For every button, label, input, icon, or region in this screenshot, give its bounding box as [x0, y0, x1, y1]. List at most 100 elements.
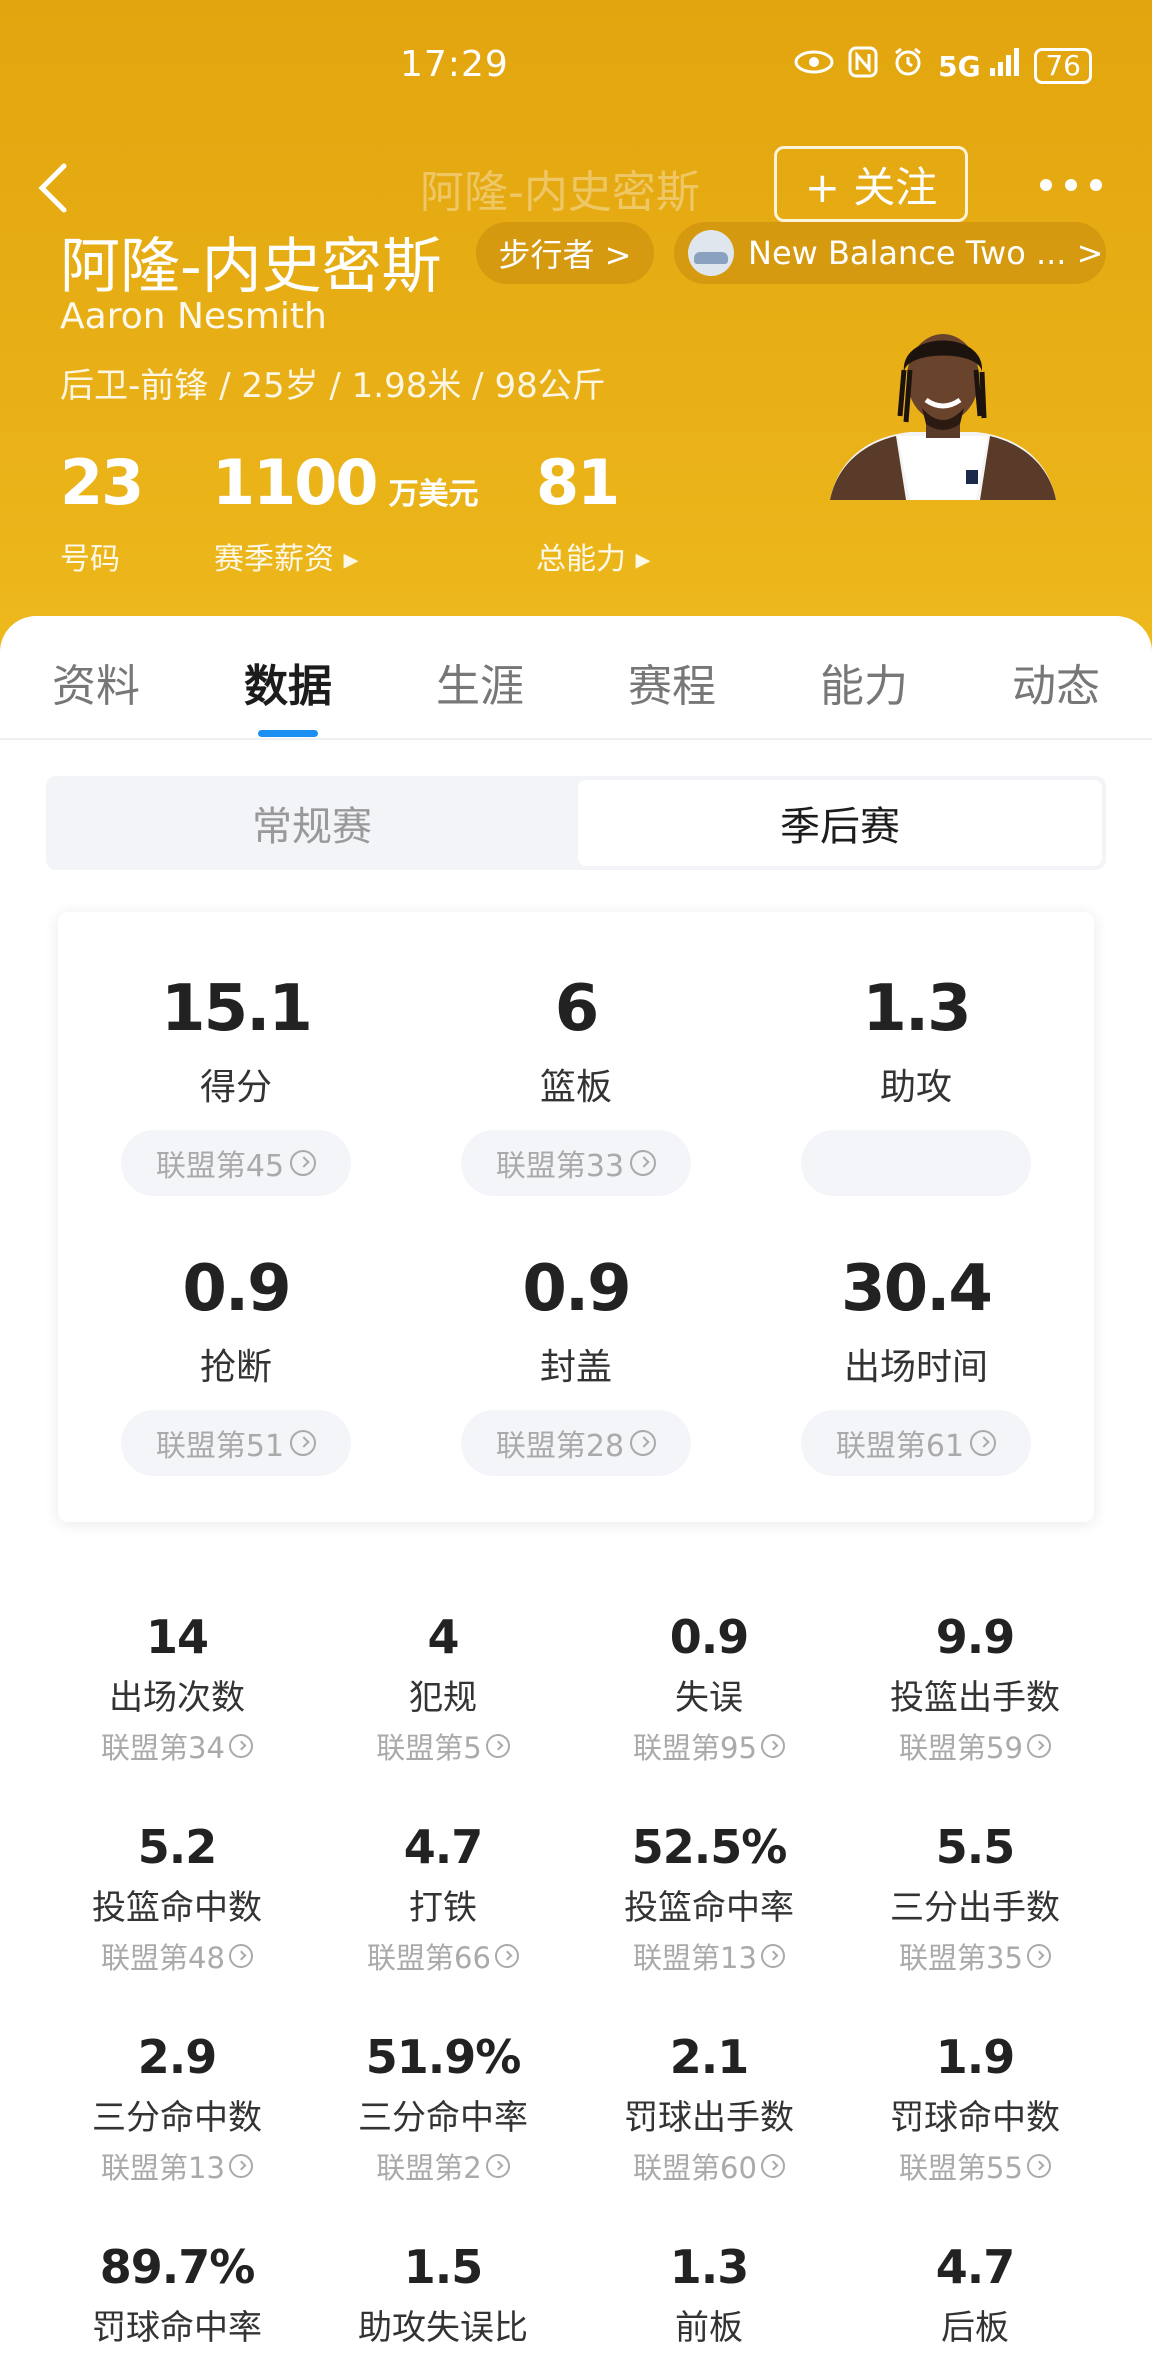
stat-grid-item: 1.3 前板	[576, 2240, 842, 2349]
main-stat-steals: 0.9 抢断 联盟第51	[66, 1252, 406, 1476]
salary-value: 1100	[212, 446, 379, 519]
main-stat-points: 15.1 得分 联盟第45	[66, 972, 406, 1196]
stat-grid-item: 4.7 后板	[842, 2240, 1108, 2349]
stat-grid-label: 罚球命中率	[92, 2308, 262, 2348]
tab-schedule[interactable]: 赛程	[628, 650, 716, 714]
stat-grid-rank-text: 联盟第5	[376, 1731, 482, 1765]
stat-grid-rank[interactable]: 联盟第13	[576, 1935, 842, 1977]
stat-grid-value: 4.7	[403, 1820, 484, 1874]
salary-label[interactable]: 赛季薪资 ▸	[214, 534, 359, 578]
stat-grid-label: 出场次数	[109, 1678, 245, 1718]
stat-grid-rank[interactable]: 联盟第13	[44, 2145, 310, 2187]
stat-grid-value: 2.1	[669, 2030, 750, 2084]
overall-rating-value: 81	[536, 446, 620, 519]
stat-grid-value: 14	[145, 1610, 209, 1664]
main-stat-label: 助攻	[879, 1067, 952, 1108]
stat-grid-rank-text: 联盟第95	[633, 1731, 757, 1765]
status-bar: 17:29 5G 76	[0, 40, 1152, 90]
stat-grid-label: 投篮命中数	[92, 1888, 262, 1928]
tab-ability[interactable]: 能力	[820, 650, 908, 714]
stat-grid-rank-text: 联盟第55	[899, 2151, 1023, 2185]
regular-season-button[interactable]: 常规赛	[50, 780, 574, 866]
stat-grid-item: 14 出场次数联盟第34	[44, 1610, 310, 1767]
rank-pill[interactable]: 联盟第33	[461, 1130, 691, 1196]
stat-grid-label: 三分出手数	[890, 1888, 1060, 1928]
stat-grid-item: 89.7% 罚球命中率	[44, 2240, 310, 2349]
rank-pill[interactable]: 联盟第28	[461, 1410, 691, 1476]
tab-career[interactable]: 生涯	[436, 650, 524, 714]
rank-pill[interactable]: 联盟第51	[121, 1410, 351, 1476]
rank-text: 联盟第51	[155, 1429, 285, 1464]
chevron-circle-icon	[1026, 1734, 1051, 1758]
stat-grid-value: 4	[427, 1610, 459, 1664]
player-name: 阿隆-内史密斯	[60, 232, 442, 302]
overall-rating-label[interactable]: 总能力 ▸	[536, 534, 651, 578]
chevron-circle-icon	[290, 1430, 317, 1456]
main-stat-label: 出场时间	[843, 1347, 988, 1388]
chevron-circle-icon	[760, 1734, 785, 1758]
rank-pill[interactable]: 联盟第45	[121, 1130, 351, 1196]
stat-grid-rank[interactable]: 联盟第48	[44, 1935, 310, 1977]
chevron-circle-icon	[228, 1944, 253, 1968]
chevron-circle-icon	[630, 1430, 657, 1456]
main-stat-rebounds: 6 篮板 联盟第33	[406, 972, 746, 1196]
rank-pill[interactable]: 联盟第61	[801, 1410, 1031, 1476]
stat-grid-rank[interactable]: 联盟第5	[310, 1725, 576, 1767]
salary: 1100 万美元	[212, 446, 479, 519]
tab-profile[interactable]: 资料	[52, 650, 140, 714]
stat-grid-item: 5.2 投篮命中数 联盟第48	[44, 1820, 310, 1977]
stat-grid-item: 4 犯规联盟第5	[310, 1610, 576, 1767]
stat-grid-value: 2.9	[137, 2030, 218, 2084]
season-type-switch: 常规赛 季后赛	[46, 776, 1106, 870]
stat-grid-rank[interactable]: 联盟第95	[576, 1725, 842, 1767]
main-stat-value: 15.1	[161, 972, 313, 1046]
main-stats-card: 15.1 得分 联盟第45 6 篮板 联盟第33 1.3 助攻 0.9 抢断 联…	[58, 912, 1094, 1522]
stat-grid-rank[interactable]: 联盟第55	[842, 2145, 1108, 2187]
stat-grid-value: 4.7	[935, 2240, 1016, 2294]
stat-grid-value: 1.5	[403, 2240, 484, 2294]
stat-grid-value: 9.9	[935, 1610, 1016, 1664]
more-icon[interactable]	[1036, 170, 1106, 200]
status-time: 17:29	[400, 44, 509, 85]
main-stat-value: 0.9	[522, 1252, 631, 1326]
main-stat-blocks: 0.9 封盖 联盟第28	[406, 1252, 746, 1476]
player-english-name: Aaron Nesmith	[60, 296, 327, 337]
stat-grid-label: 犯规	[409, 1678, 477, 1718]
stat-grid-label: 后板	[941, 2308, 1009, 2348]
stat-grid-rank[interactable]: 联盟第59	[842, 1725, 1108, 1767]
back-arrow-icon[interactable]	[34, 158, 74, 218]
shoe-tag[interactable]: New Balance Two ... >	[674, 222, 1106, 284]
main-stat-value: 30.4	[841, 1252, 993, 1326]
rank-text: 联盟第33	[495, 1149, 625, 1184]
stat-grid-label: 三分命中数	[92, 2098, 262, 2138]
main-stat-value: 0.9	[182, 1252, 291, 1326]
rank-text: 联盟第28	[495, 1429, 625, 1464]
rank-text: 联盟第61	[835, 1429, 965, 1464]
main-stat-label: 封盖	[539, 1347, 612, 1388]
stat-grid-rank[interactable]: 联盟第60	[576, 2145, 842, 2187]
alarm-icon	[892, 46, 924, 85]
stat-grid-item: 9.9 投篮出手数 联盟第59	[842, 1610, 1108, 1767]
player-meta: 后卫-前锋 / 25岁 / 1.98米 / 98公斤	[60, 366, 606, 406]
playoff-button[interactable]: 季后赛	[578, 780, 1102, 866]
nav-title: 阿隆-内史密斯	[420, 167, 700, 218]
chevron-circle-icon	[630, 1150, 657, 1176]
main-stat-label: 抢断	[199, 1347, 272, 1388]
nav-row: 阿隆-内史密斯 + 关注	[0, 140, 1152, 230]
tab-stats[interactable]: 数据	[244, 650, 332, 714]
signal-label: 5G	[938, 50, 981, 83]
tab-news[interactable]: 动态	[1012, 650, 1100, 714]
stat-grid-rank[interactable]: 联盟第35	[842, 1935, 1108, 1977]
rank-pill-loading	[801, 1130, 1031, 1196]
main-stat-value: 1.3	[862, 972, 971, 1046]
main-stat-value: 6	[554, 972, 600, 1046]
stat-grid-rank[interactable]: 联盟第2	[310, 2145, 576, 2187]
chevron-circle-icon	[228, 2154, 253, 2178]
main-stat-minutes: 30.4 出场时间 联盟第61	[746, 1252, 1086, 1476]
stat-grid-label: 前板	[675, 2308, 743, 2348]
team-tag[interactable]: 步行者 >	[476, 222, 654, 284]
stat-grid-rank[interactable]: 联盟第34	[44, 1725, 310, 1767]
stat-grid-rank[interactable]: 联盟第66	[310, 1935, 576, 1977]
follow-button[interactable]: + 关注	[774, 146, 968, 222]
stat-grid-rank-text: 联盟第66	[367, 1941, 491, 1975]
